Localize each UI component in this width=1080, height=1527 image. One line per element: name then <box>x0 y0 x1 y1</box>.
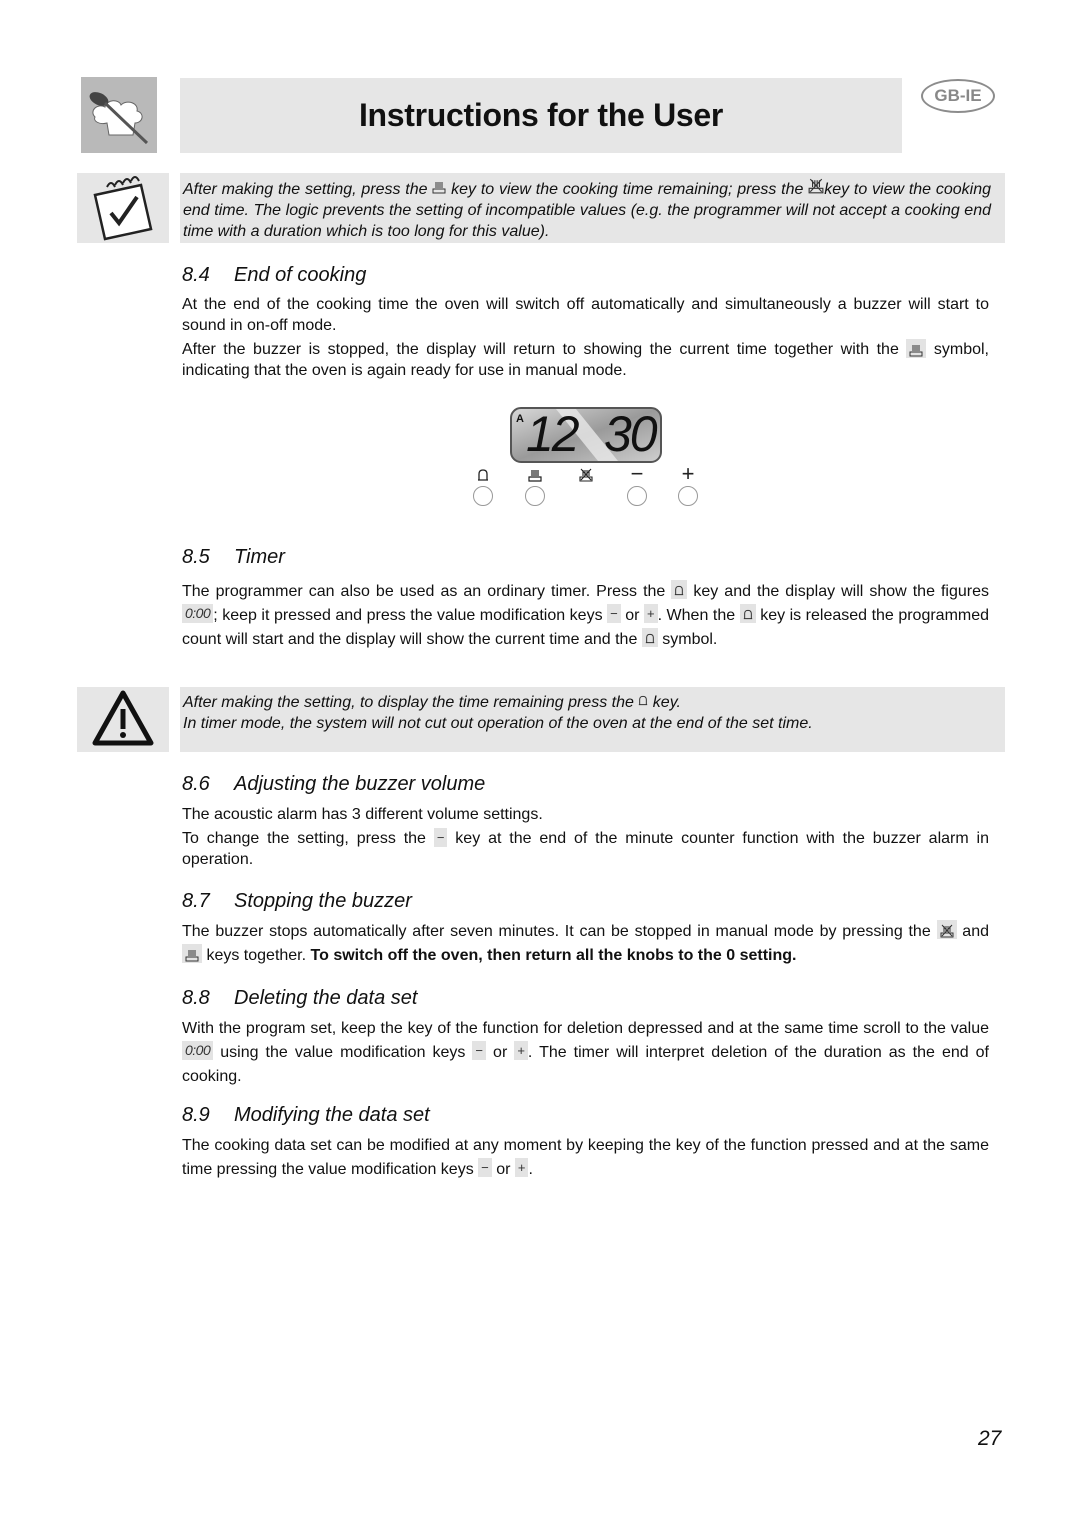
minus-icon: − <box>607 604 621 623</box>
note-text: After making the setting, press the <box>183 181 428 198</box>
text: key. <box>652 694 681 711</box>
bold-text: To switch off the oven, then return all … <box>310 947 797 964</box>
cooking-end-icon[interactable] <box>574 466 598 487</box>
section-body-8-6: The acoustic alarm has 3 different volum… <box>182 804 989 873</box>
plus-icon: + <box>681 461 695 486</box>
section-number: 8.4 <box>182 264 210 286</box>
minus-icon: − <box>630 461 644 486</box>
display-figures: 0:00 <box>182 604 214 623</box>
warning-line: In timer mode, the system will not cut o… <box>183 715 813 732</box>
paragraph: At the end of the cooking time the oven … <box>182 296 989 334</box>
text: key and the display will show the figure… <box>693 583 990 600</box>
section-title: Adjusting the buzzer volume <box>234 773 486 795</box>
text: To change the setting, press the <box>182 830 426 847</box>
section-title: Timer <box>234 546 285 568</box>
section-title: End of cooking <box>234 264 367 286</box>
display-minutes: 30 <box>604 406 658 462</box>
minus-icon: − <box>478 1158 492 1177</box>
plus-icon: + <box>514 1041 528 1060</box>
section-number: 8.6 <box>182 773 210 795</box>
region-badge: GB-IE <box>921 79 995 113</box>
section-heading-8-9: 8.9 Modifying the data set <box>182 1104 430 1127</box>
paragraph: The buzzer stops automatically after sev… <box>182 920 989 968</box>
section-title: Modifying the data set <box>234 1104 430 1126</box>
plus-icon: + <box>514 1158 529 1177</box>
section-body-8-4: At the end of the cooking time the oven … <box>182 294 989 384</box>
section-body-8-8: With the program set, keep the key of th… <box>182 1017 989 1092</box>
text: After the buzzer is stopped, the display… <box>182 341 899 358</box>
minus-icon: − <box>472 1041 487 1060</box>
note-box: After making the setting, press the key … <box>180 173 1005 243</box>
cooking-duration-button[interactable] <box>525 486 545 506</box>
warning-triangle-icon <box>77 687 169 752</box>
text: or <box>496 1161 511 1178</box>
text: or <box>625 607 640 624</box>
minus-button[interactable] <box>627 486 647 506</box>
section-title: Stopping the buzzer <box>234 890 412 912</box>
section-number: 8.5 <box>182 546 210 568</box>
bell-icon <box>471 466 495 487</box>
section-heading-8-5: 8.5 Timer <box>182 546 285 569</box>
minus-icon: − <box>433 828 448 847</box>
section-number: 8.7 <box>182 890 210 912</box>
note-text: key to view the cooking time remaining; … <box>451 181 804 198</box>
paragraph: The acoustic alarm has 3 different volum… <box>182 806 543 823</box>
section-body-8-9: The cooking data set can be modified at … <box>182 1134 989 1185</box>
text: keys together. <box>206 947 307 964</box>
display-figures: 0:00 <box>182 1041 214 1060</box>
text: or <box>493 1044 508 1061</box>
text: . When the <box>657 607 736 624</box>
text: ; keep it pressed and press the value mo… <box>213 607 603 624</box>
display-hours: 12 <box>526 406 580 462</box>
cooking-duration-icon <box>906 339 927 358</box>
section-body-8-7: The buzzer stops automatically after sev… <box>182 920 989 971</box>
timer-button[interactable] <box>473 486 493 506</box>
text: The buzzer stops automatically after sev… <box>182 923 931 940</box>
text: After making the setting, to display the… <box>183 694 634 711</box>
page-title: Instructions for the User <box>358 97 724 133</box>
bell-icon <box>739 604 756 623</box>
section-heading-8-7: 8.7 Stopping the buzzer <box>182 890 412 913</box>
bell-icon <box>641 628 658 647</box>
text: and <box>962 923 989 940</box>
section-body-8-5: The programmer can also be used as an or… <box>182 580 989 655</box>
warning-box: After making the setting, to display the… <box>180 687 1005 752</box>
paragraph: The programmer can also be used as an or… <box>182 580 989 652</box>
section-heading-8-8: 8.8 Deleting the data set <box>182 987 417 1010</box>
bell-icon <box>671 580 688 599</box>
section-number: 8.8 <box>182 987 210 1009</box>
cooking-end-icon <box>808 178 824 198</box>
section-title: Deleting the data set <box>234 987 418 1009</box>
text: The programmer can also be used as an or… <box>182 583 666 600</box>
paragraph: The cooking data set can be modified at … <box>182 1134 989 1182</box>
notepad-check-icon <box>77 173 169 243</box>
section-heading-8-6: 8.6 Adjusting the buzzer volume <box>182 773 485 796</box>
section-heading-8-4: 8.4 End of cooking <box>182 264 366 287</box>
paragraph: After the buzzer is stopped, the display… <box>182 339 989 381</box>
programmer-display: A 12 30 <box>510 406 662 463</box>
display-mode: A <box>516 413 524 425</box>
plus-icon: + <box>644 604 658 623</box>
cooking-duration-icon <box>432 181 446 198</box>
plus-button[interactable] <box>678 486 698 506</box>
text: With the program set, keep the key of th… <box>182 1020 989 1037</box>
programmer-buttons: − + <box>470 461 710 506</box>
cooking-duration-icon <box>182 944 202 963</box>
text: symbol. <box>662 631 718 648</box>
paragraph: With the program set, keep the key of th… <box>182 1017 989 1089</box>
cooking-duration-icon <box>523 466 547 487</box>
bell-icon <box>638 694 648 711</box>
page-number: 27 <box>978 1427 1002 1450</box>
page-title-banner: Instructions for the User <box>180 78 902 153</box>
text: using the value modification keys <box>220 1044 466 1061</box>
paragraph: To change the setting, press the − key a… <box>182 828 989 870</box>
section-number: 8.9 <box>182 1104 210 1126</box>
text: . <box>528 1161 533 1178</box>
text: The cooking data set can be modified at … <box>182 1137 989 1178</box>
chef-hat-spoon-icon <box>81 77 157 153</box>
cooking-end-icon <box>936 920 957 939</box>
warning-line: After making the setting, to display the… <box>183 692 995 713</box>
